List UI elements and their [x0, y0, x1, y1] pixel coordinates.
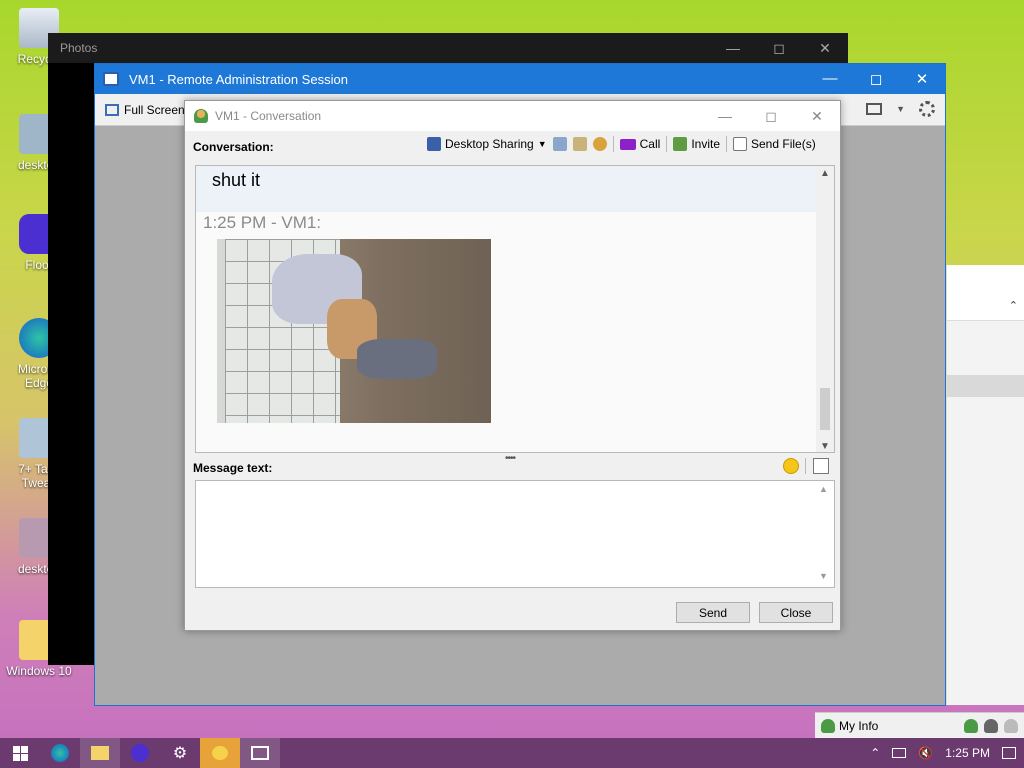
start-button[interactable] — [0, 738, 40, 768]
system-tray: ⌃ 🔇 1:25 PM — [870, 746, 1024, 760]
volume-muted-icon[interactable]: 🔇 — [918, 746, 933, 760]
contact-info-icon[interactable] — [572, 137, 587, 151]
chevron-up-icon[interactable]: ⌃ — [1009, 299, 1018, 312]
message-item: shut it — [196, 166, 816, 212]
my-info-button[interactable]: My Info — [815, 718, 945, 733]
away-status-icon[interactable] — [984, 718, 998, 733]
minimize-icon[interactable]: — — [807, 70, 853, 88]
network-icon[interactable] — [892, 748, 907, 758]
clock[interactable]: 1:25 PM — [945, 746, 990, 760]
taskbar-chat[interactable] — [200, 738, 240, 768]
invite-button[interactable]: Invite — [673, 137, 720, 151]
video-camera-icon — [619, 138, 636, 150]
call-button[interactable]: Call — [619, 137, 661, 151]
chevron-down-icon[interactable]: ▼ — [896, 104, 905, 114]
chat-scrollbar[interactable]: ▲ ▼ — [816, 166, 834, 452]
conversation-history[interactable]: shut it 1:25 PM - VM1: ▲ ▼ — [195, 165, 835, 453]
send-files-button[interactable]: Send File(s) — [733, 137, 816, 151]
desktop-sharing-button[interactable]: Desktop Sharing ▼ — [427, 137, 547, 151]
monitor-icon[interactable] — [866, 103, 883, 115]
conversation-title: VM1 - Conversation — [215, 109, 322, 123]
edge-icon — [51, 744, 69, 762]
conversation-toolbar: Desktop Sharing ▼ Call Invite Send File(… — [427, 136, 816, 152]
remote-admin-titlebar[interactable]: VM1 - Remote Administration Session — ◻ … — [95, 64, 945, 94]
history-icon[interactable] — [552, 137, 567, 151]
send-files-label: Send File(s) — [751, 137, 816, 151]
scroll-up-icon[interactable]: ▲ — [816, 168, 834, 179]
chevron-up-icon[interactable]: ⌃ — [870, 746, 880, 760]
background-window-panel: ⌃ — [946, 265, 1024, 705]
scroll-down-icon[interactable]: ▼ — [816, 441, 834, 452]
maximize-icon[interactable]: ◻ — [853, 70, 899, 88]
desktop-sharing-label: Desktop Sharing — [445, 137, 534, 151]
message-input[interactable] — [195, 480, 835, 588]
message-text: shut it — [212, 170, 261, 190]
gear-icon: ⚙ — [172, 745, 188, 762]
close-icon[interactable]: ✕ — [899, 70, 945, 88]
conversation-titlebar[interactable]: VM1 - Conversation — ◻ ✕ — [185, 101, 840, 131]
taskbar-photos[interactable] — [240, 738, 280, 768]
windows-icon — [12, 745, 28, 761]
close-icon[interactable]: ✕ — [802, 40, 848, 57]
message-text-label: Message text: — [193, 461, 273, 475]
taskbar-floor[interactable] — [120, 738, 160, 768]
maximize-icon[interactable]: ◻ — [748, 108, 794, 125]
emoji-icon[interactable] — [783, 458, 799, 474]
scroll-up-icon[interactable]: ▲ — [819, 484, 828, 494]
notifications-icon[interactable] — [1002, 747, 1016, 759]
user-icon — [194, 109, 208, 123]
maximize-icon[interactable]: ◻ — [756, 40, 802, 57]
scroll-down-icon[interactable]: ▼ — [819, 571, 828, 581]
invite-users-icon — [673, 137, 688, 151]
full-screen-button[interactable]: Full Screen — [105, 103, 185, 117]
close-button[interactable]: Close — [759, 602, 833, 623]
offline-status-icon[interactable] — [1004, 718, 1018, 733]
remote-session-icon — [103, 72, 119, 86]
desktop-sharing-icon — [427, 137, 441, 151]
photos-titlebar[interactable]: Photos — ◻ ✕ — [48, 33, 848, 63]
minimize-icon[interactable]: — — [702, 108, 748, 125]
send-button[interactable]: Send — [676, 602, 750, 623]
gear-icon[interactable] — [592, 137, 607, 151]
invite-label: Invite — [691, 137, 720, 151]
minimize-icon[interactable]: — — [710, 40, 756, 57]
taskbar-settings[interactable]: ⚙ — [160, 738, 200, 768]
my-info-label: My Info — [839, 718, 879, 733]
gear-icon[interactable] — [919, 101, 935, 117]
floor-app-icon — [131, 744, 149, 762]
photos-icon — [251, 746, 269, 760]
folder-icon — [91, 746, 109, 760]
taskbar-explorer[interactable] — [80, 738, 120, 768]
message-header: 1:25 PM - VM1: — [203, 213, 322, 232]
full-screen-label: Full Screen — [124, 102, 185, 117]
call-label: Call — [639, 137, 661, 151]
user-icon — [821, 718, 835, 733]
desktop-icon-label: Windows 10 — [6, 664, 72, 678]
chevron-down-icon: ▼ — [537, 139, 547, 149]
remote-admin-title: VM1 - Remote Administration Session — [129, 71, 348, 87]
chat-app-icon — [212, 746, 228, 760]
my-info-panel: My Info — [815, 712, 1024, 738]
online-status-icon[interactable] — [964, 718, 978, 733]
close-icon[interactable]: ✕ — [794, 108, 840, 125]
taskbar: ⚙ ⌃ 🔇 1:25 PM — [0, 738, 1024, 768]
send-file-icon — [733, 137, 747, 151]
message-image[interactable] — [217, 239, 491, 423]
full-screen-icon — [105, 103, 119, 116]
pane-splitter-handle[interactable]: •••• — [505, 453, 516, 464]
taskbar-edge[interactable] — [40, 738, 80, 768]
photos-title: Photos — [60, 41, 98, 55]
scroll-thumb[interactable] — [820, 388, 830, 430]
format-text-icon[interactable] — [813, 458, 829, 474]
conversation-label: Conversation: — [193, 140, 274, 154]
conversation-window: VM1 - Conversation — ◻ ✕ Conversation: D… — [184, 100, 841, 631]
